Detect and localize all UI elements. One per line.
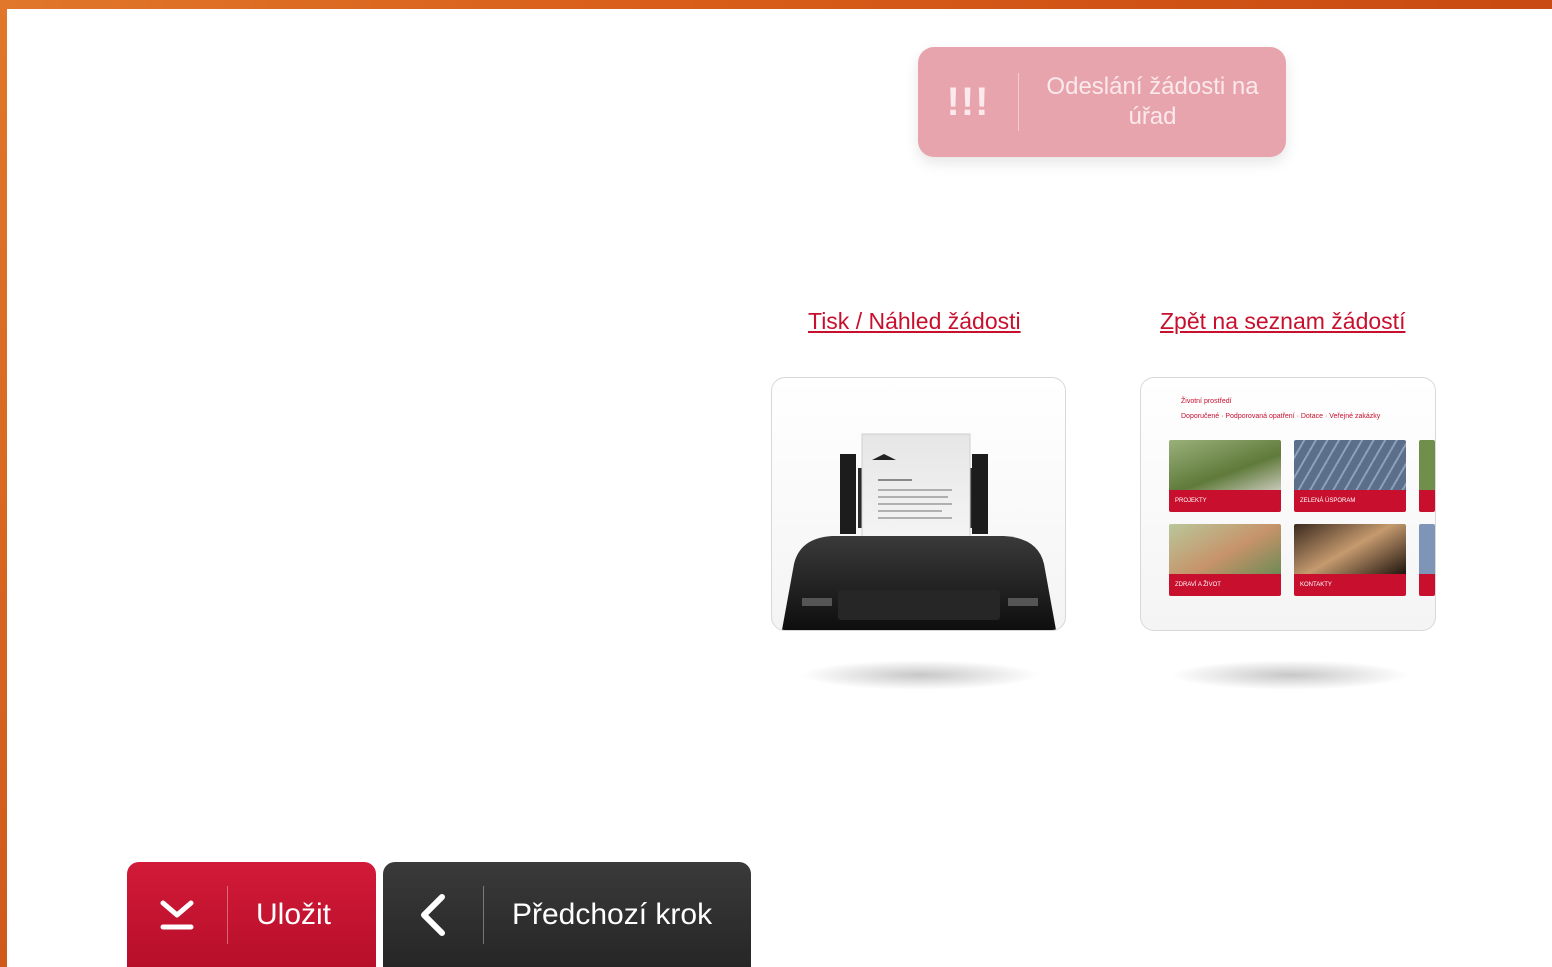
send-request-button[interactable]: !!! Odeslání žádosti na úřad bbox=[918, 47, 1286, 157]
warning-icon: !!! bbox=[946, 79, 990, 124]
back-to-list-card[interactable]: Životní prostředí Doporučené · Podporova… bbox=[1140, 377, 1436, 631]
thumbnail-tile bbox=[1419, 440, 1435, 512]
send-request-label: Odeslání žádosti na úřad bbox=[1046, 73, 1259, 130]
card-shadow bbox=[800, 660, 1040, 690]
thumbnail-tile: PROJEKTY bbox=[1169, 440, 1281, 512]
window-frame-left bbox=[0, 0, 7, 967]
thumbnail-tile bbox=[1419, 524, 1435, 596]
card-shadow bbox=[1170, 660, 1410, 690]
window-frame-top bbox=[0, 0, 1552, 9]
thumbnail-tile: KONTAKTY bbox=[1294, 524, 1406, 596]
thumbnail-tile: ZDRAVÍ A ŽIVOT bbox=[1169, 524, 1281, 596]
save-label: Uložit bbox=[256, 897, 332, 931]
download-chevron-icon bbox=[127, 897, 227, 933]
tile-label: ZDRAVÍ A ŽIVOT bbox=[1169, 574, 1281, 596]
thumbnail-tile: ZELENÁ ÚSPORAM bbox=[1294, 440, 1406, 512]
print-preview-card[interactable] bbox=[771, 377, 1066, 631]
tile-label: ZELENÁ ÚSPORAM bbox=[1294, 490, 1406, 512]
print-preview-link[interactable]: Tisk / Náhled žádosti bbox=[808, 308, 1021, 335]
tile-label: PROJEKTY bbox=[1169, 490, 1281, 512]
thumbnail-title: Životní prostředí bbox=[1181, 398, 1232, 405]
printer-image bbox=[782, 433, 1056, 630]
tile-label: KONTAKTY bbox=[1294, 574, 1406, 596]
save-button[interactable]: Uložit bbox=[127, 862, 376, 967]
chevron-left-icon bbox=[383, 893, 483, 937]
back-to-list-link[interactable]: Zpět na seznam žádostí bbox=[1160, 308, 1405, 335]
thumbnail-nav: Doporučené · Podporovaná opatření · Dota… bbox=[1181, 413, 1381, 420]
previous-step-label: Předchozí krok bbox=[512, 897, 713, 931]
previous-step-button[interactable]: Předchozí krok bbox=[383, 862, 751, 967]
